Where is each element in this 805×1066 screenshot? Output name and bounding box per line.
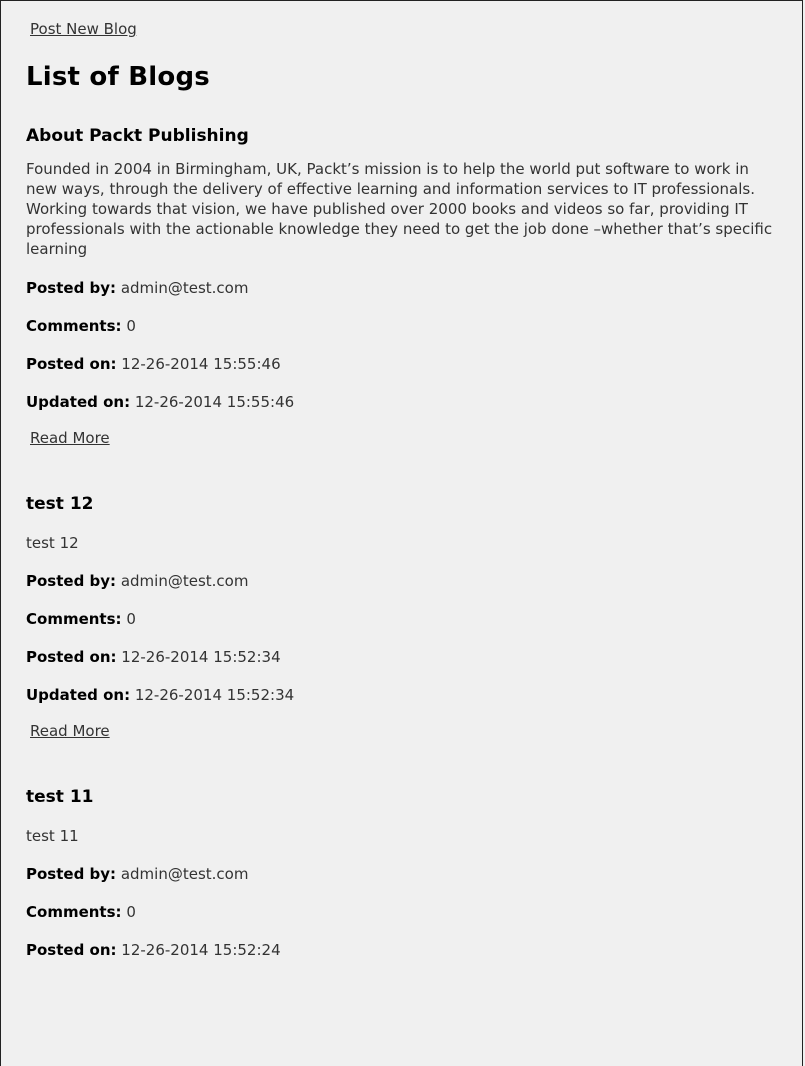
post-posted-on: Posted on: 12-26-2014 15:52:24 <box>26 940 776 960</box>
main-content: Post New Blog List of Blogs About Packt … <box>1 1 776 960</box>
posted-by-label: Posted by: <box>26 572 117 590</box>
updated-on-value: 12-26-2014 15:52:34 <box>134 686 295 704</box>
comments-label: Comments: <box>26 317 122 335</box>
post-author: Posted by: admin@test.com <box>26 864 776 884</box>
comments-value: 0 <box>126 903 136 921</box>
post-updated-on: Updated on: 12-26-2014 15:55:46 <box>26 392 776 412</box>
page-title: List of Blogs <box>26 62 210 92</box>
post-posted-on: Posted on: 12-26-2014 15:55:46 <box>26 354 776 374</box>
blog-post: test 12 test 12 Posted by: admin@test.co… <box>26 493 776 741</box>
comments-label: Comments: <box>26 903 122 921</box>
posted-on-label: Posted on: <box>26 355 117 373</box>
post-comments: Comments: 0 <box>26 316 776 336</box>
page-frame: Post New Blog List of Blogs About Packt … <box>0 0 803 1066</box>
post-body: Founded in 2004 in Birmingham, UK, Packt… <box>26 160 773 258</box>
posted-by-label: Posted by: <box>26 279 117 297</box>
post-posted-on: Posted on: 12-26-2014 15:52:34 <box>26 647 776 667</box>
comments-value: 0 <box>126 317 136 335</box>
post-author: Posted by: admin@test.com <box>26 278 776 298</box>
blog-post: test 11 test 11 Posted by: admin@test.co… <box>26 786 776 960</box>
posted-on-value: 12-26-2014 15:55:46 <box>121 355 281 373</box>
post-updated-on: Updated on: 12-26-2014 15:52:34 <box>26 685 776 705</box>
posted-by-value: admin@test.com <box>120 865 249 883</box>
posted-on-value: 12-26-2014 15:52:24 <box>121 941 281 959</box>
posted-on-label: Posted on: <box>26 941 117 959</box>
posted-by-value: admin@test.com <box>120 279 249 297</box>
posted-on-label: Posted on: <box>26 648 117 666</box>
post-author: Posted by: admin@test.com <box>26 571 776 591</box>
post-title: test 11 <box>26 787 94 807</box>
posted-by-label: Posted by: <box>26 865 117 883</box>
comments-value: 0 <box>126 610 136 628</box>
updated-on-label: Updated on: <box>26 686 131 704</box>
post-comments: Comments: 0 <box>26 609 776 629</box>
updated-on-value: 12-26-2014 15:55:46 <box>134 393 295 411</box>
post-new-blog-link[interactable]: Post New Blog <box>30 20 137 38</box>
read-more-link[interactable]: Read More <box>30 721 110 741</box>
post-body: test 12 <box>26 534 79 552</box>
post-title: About Packt Publishing <box>26 126 249 146</box>
posted-by-value: admin@test.com <box>120 572 249 590</box>
post-comments: Comments: 0 <box>26 902 776 922</box>
posted-on-value: 12-26-2014 15:52:34 <box>121 648 281 666</box>
read-more-link[interactable]: Read More <box>30 428 110 448</box>
post-body: test 11 <box>26 827 79 845</box>
updated-on-label: Updated on: <box>26 393 131 411</box>
blog-post: About Packt Publishing Founded in 2004 i… <box>26 125 776 448</box>
post-title: test 12 <box>26 494 94 514</box>
comments-label: Comments: <box>26 610 122 628</box>
